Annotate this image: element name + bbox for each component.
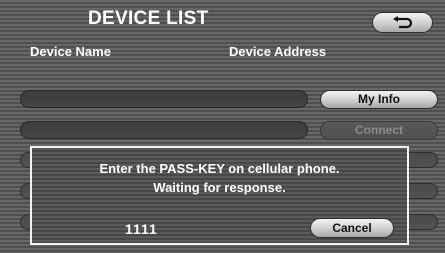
dialog-message-line2: Waiting for response. [153,180,286,195]
passkey-value: 1111 [125,221,158,237]
return-arrow-icon [393,16,413,29]
page-title: DEVICE LIST [88,8,209,29]
back-button[interactable] [372,12,433,33]
device-row-slot[interactable] [20,90,308,108]
connect-button: Connect [320,121,438,140]
device-row-slot[interactable] [20,121,308,139]
dialog-message-line1: Enter the PASS-KEY on cellular phone. [99,161,340,176]
my-info-button[interactable]: My Info [320,90,438,109]
passkey-dialog: Enter the PASS-KEY on cellular phone. Wa… [30,146,409,245]
column-header-device-name: Device Name [30,44,111,59]
device-list-screen: DEVICE LIST Device Name Device Address M… [0,0,445,253]
column-header-device-address: Device Address [229,44,327,59]
cancel-button[interactable]: Cancel [310,218,394,238]
